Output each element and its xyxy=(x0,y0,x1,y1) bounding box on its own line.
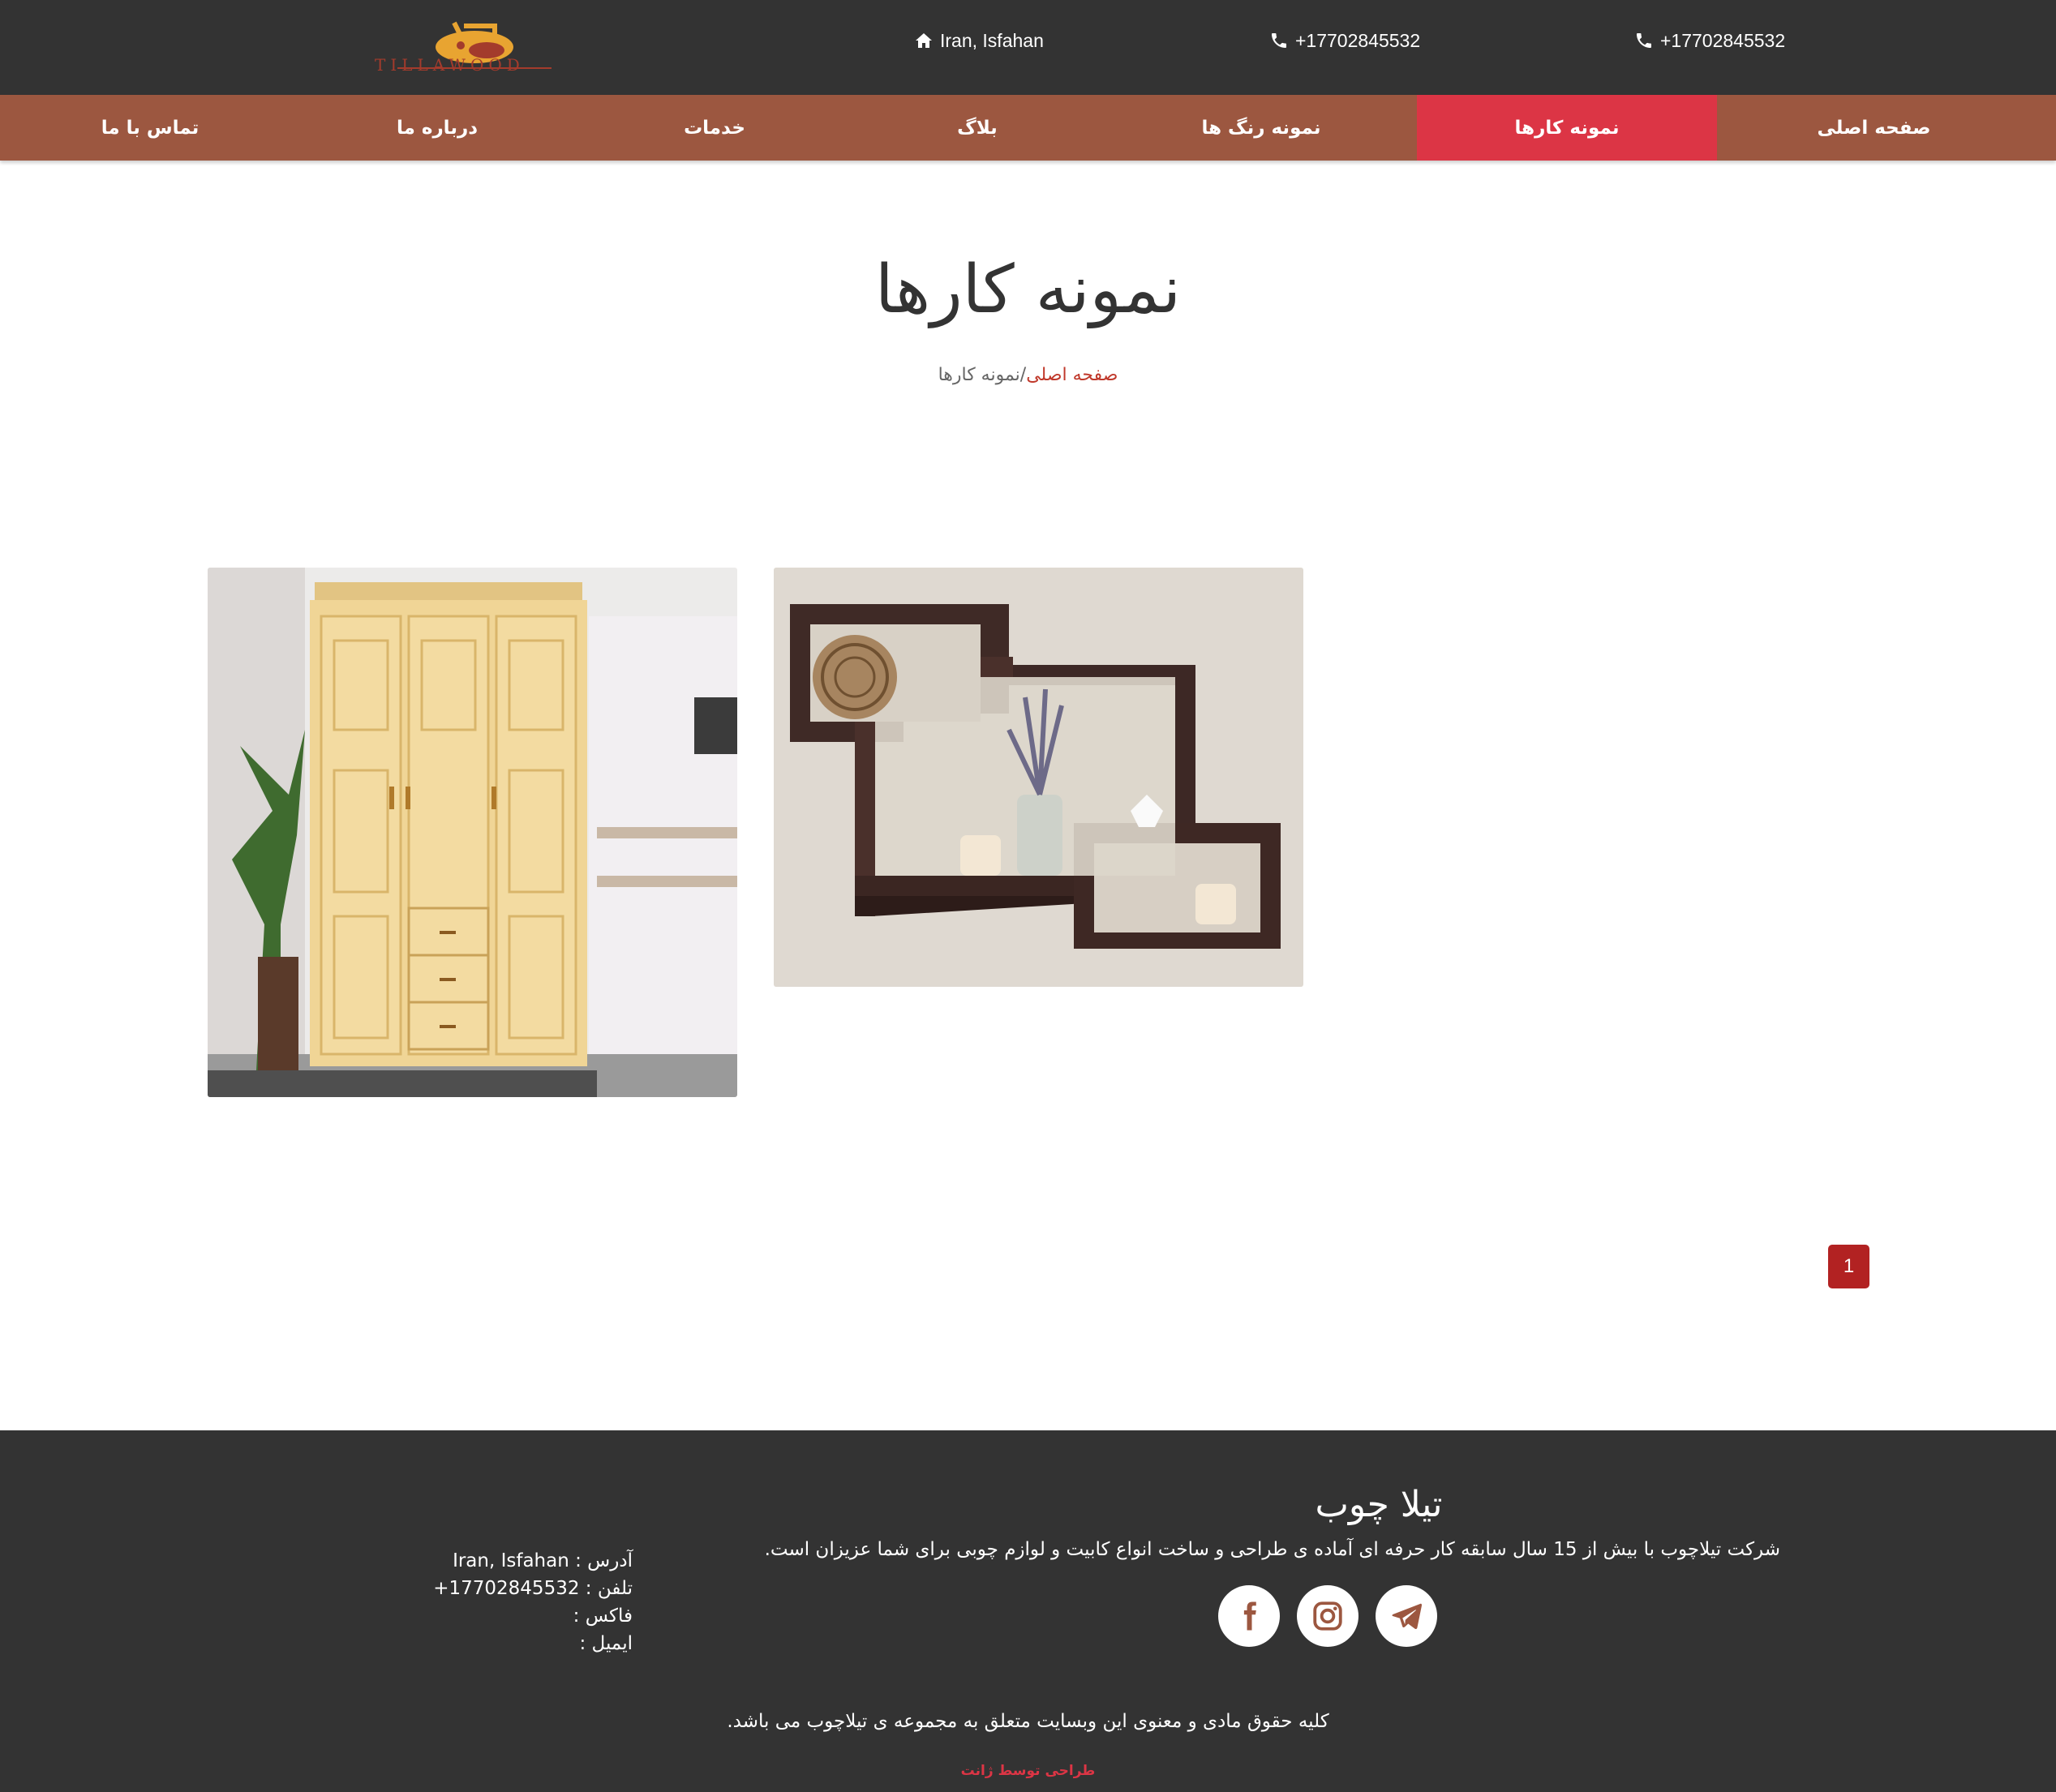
portfolio-item-shelves[interactable] xyxy=(774,568,1303,987)
phone-icon xyxy=(1272,33,1286,48)
nav-colors[interactable]: نمونه رنگ ها xyxy=(1105,95,1417,161)
contact-address: آدرس : Iran, Isfahan xyxy=(453,1550,633,1571)
nav-about[interactable]: درباره ما xyxy=(287,95,587,161)
instagram-icon xyxy=(1313,1601,1342,1631)
telegram-link[interactable] xyxy=(1376,1585,1437,1647)
contact-info: آدرس : Iran, Isfahan تلفن : 17702845532+… xyxy=(308,1547,633,1657)
logo-text: TILLAWOOD xyxy=(375,55,525,75)
nav-contact[interactable]: تماس با ما xyxy=(0,95,300,161)
phone-info-1[interactable]: +17702845532 xyxy=(1269,24,1420,57)
nav-blog[interactable]: بلاگ xyxy=(827,95,1127,161)
main-nav: صفحه اصلی نمونه کارها نمونه رنگ ها بلاگ … xyxy=(0,95,2056,161)
footer-brand: تیلا چوب xyxy=(1315,1484,1443,1525)
copyright-text: کلیه حقوق مادی و معنوی این وبسایت متعلق … xyxy=(727,1711,1329,1732)
top-bar: TILLAWOOD Iran, Isfahan +17702845532 +17… xyxy=(0,0,2056,95)
breadcrumb-home-link[interactable]: صفحه اصلی xyxy=(1026,365,1118,385)
location-info: Iran, Isfahan xyxy=(914,24,1044,57)
phone-info-2[interactable]: +17702845532 xyxy=(1634,24,1785,57)
pagination-page-1[interactable]: 1 xyxy=(1828,1245,1869,1288)
contact-fax: فاکس : xyxy=(573,1606,633,1627)
contact-phone: تلفن : 17702845532+ xyxy=(433,1578,633,1599)
portfolio-item-wardrobe[interactable] xyxy=(208,568,737,1097)
facebook-link[interactable] xyxy=(1218,1585,1280,1647)
designer-credit-link[interactable]: طراحی توسط ژانت xyxy=(0,1763,2056,1779)
footer: تیلا چوب شرکت تیلاچوب با بیش از 15 سال س… xyxy=(0,1430,2056,1792)
nav-services[interactable]: خدمات xyxy=(564,95,865,161)
instagram-link[interactable] xyxy=(1297,1585,1359,1647)
wall-shelves-image xyxy=(774,568,1303,987)
nav-portfolio[interactable]: نمونه کارها xyxy=(1417,95,1717,161)
contact-email: ایمیل : xyxy=(579,1633,633,1654)
page-title: نمونه کارها xyxy=(874,251,1182,328)
nav-home[interactable]: صفحه اصلی xyxy=(1717,95,2031,161)
telegram-icon xyxy=(1392,1603,1423,1629)
location-text: Iran, Isfahan xyxy=(940,29,1044,51)
facebook-icon xyxy=(1243,1601,1256,1631)
wardrobe-image xyxy=(208,568,737,1097)
breadcrumb-current: نمونه کارها xyxy=(938,365,1020,385)
social-links xyxy=(1218,1585,1437,1647)
phone-icon xyxy=(1637,33,1651,48)
phone-text-1: +17702845532 xyxy=(1295,29,1421,51)
footer-description: شرکت تیلاچوب با بیش از 15 سال سابقه کار … xyxy=(764,1539,1780,1560)
breadcrumb: صفحه اصلی/نمونه کارها xyxy=(0,365,2056,385)
home-icon xyxy=(916,33,932,48)
phone-text-2: +17702845532 xyxy=(1660,29,1786,51)
